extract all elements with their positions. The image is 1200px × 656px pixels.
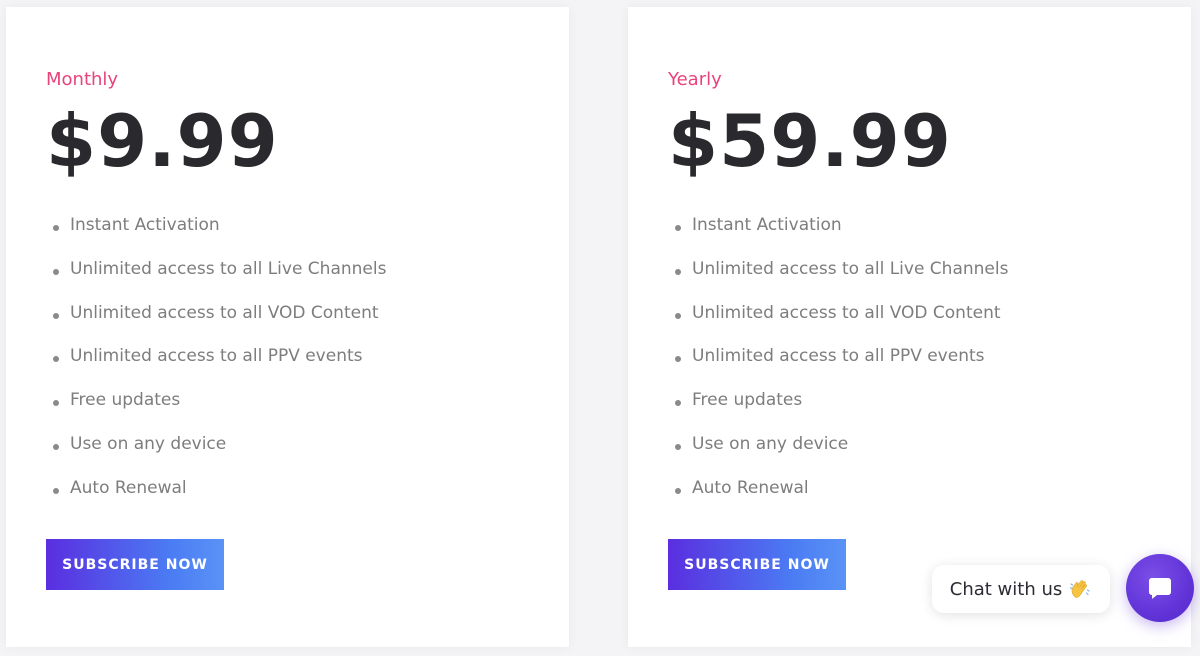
feature-item: Use on any device xyxy=(668,433,1008,477)
feature-text: Unlimited access to all VOD Content xyxy=(692,302,1001,323)
chat-bubble-text: Chat with us xyxy=(949,578,1063,600)
bullet-icon xyxy=(675,268,681,275)
feature-item: Auto Renewal xyxy=(668,477,1008,521)
bullet-icon xyxy=(675,443,681,450)
feature-text: Auto Renewal xyxy=(70,477,187,498)
bullet-icon xyxy=(675,225,681,231)
feature-text: Unlimited access to all VOD Content xyxy=(70,302,379,323)
feature-item: Use on any device xyxy=(46,433,386,477)
feature-item: Instant Activation xyxy=(46,214,386,258)
bullet-icon xyxy=(675,356,681,363)
bullet-icon xyxy=(675,487,681,494)
plan-price: $59.99 xyxy=(668,99,952,183)
feature-item: Unlimited access to all VOD Content xyxy=(668,302,1008,346)
feature-item: Unlimited access to all PPV events xyxy=(668,345,1008,389)
pricing-page: Monthly $9.99 Instant Activation Unlimit… xyxy=(0,0,1200,656)
chat-with-us-bubble[interactable]: Chat with us xyxy=(932,565,1110,613)
bullet-icon xyxy=(53,487,59,494)
pricing-card-yearly: Yearly $59.99 Instant Activation Unlimit… xyxy=(628,7,1191,647)
feature-text: Unlimited access to all PPV events xyxy=(70,346,363,367)
chat-launcher-button[interactable] xyxy=(1126,554,1194,622)
feature-text: Instant Activation xyxy=(70,215,220,235)
plan-name: Monthly xyxy=(46,69,119,90)
feature-text: Auto Renewal xyxy=(692,477,809,498)
feature-text: Use on any device xyxy=(70,433,227,454)
feature-item: Instant Activation xyxy=(668,214,1008,258)
feature-text: Use on any device xyxy=(692,433,849,454)
subscribe-button-yearly[interactable]: SUBSCRIBE NOW xyxy=(668,539,846,590)
plan-price: $9.99 xyxy=(46,99,279,183)
subscribe-button-monthly[interactable]: SUBSCRIBE NOW xyxy=(46,539,224,590)
feature-text: Free updates xyxy=(70,390,181,411)
feature-item: Free updates xyxy=(668,389,1008,433)
bullet-icon xyxy=(675,312,681,319)
feature-item: Unlimited access to all PPV events xyxy=(46,345,386,389)
feature-text: Unlimited access to all Live Channels xyxy=(70,258,387,279)
feature-item: Unlimited access to all VOD Content xyxy=(46,302,386,346)
bullet-icon xyxy=(53,225,59,231)
bullet-icon xyxy=(675,400,681,407)
feature-text: Instant Activation xyxy=(692,215,842,235)
plan-name: Yearly xyxy=(668,69,722,90)
chat-icon xyxy=(1149,578,1171,599)
bullet-icon xyxy=(53,312,59,319)
feature-list: Instant Activation Unlimited access to a… xyxy=(46,214,386,521)
bullet-icon xyxy=(53,268,59,275)
pricing-card-monthly: Monthly $9.99 Instant Activation Unlimit… xyxy=(6,7,569,647)
feature-list: Instant Activation Unlimited access to a… xyxy=(668,214,1008,521)
feature-text: Unlimited access to all Live Channels xyxy=(692,258,1009,279)
feature-text: Free updates xyxy=(692,390,803,411)
bullet-icon xyxy=(53,443,59,450)
waving-hand-icon xyxy=(1070,580,1090,598)
bullet-icon xyxy=(53,400,59,407)
feature-text: Unlimited access to all PPV events xyxy=(692,346,985,367)
bullet-icon xyxy=(53,356,59,363)
feature-item: Free updates xyxy=(46,389,386,433)
feature-item: Unlimited access to all Live Channels xyxy=(46,258,386,302)
feature-item: Auto Renewal xyxy=(46,477,386,521)
feature-item: Unlimited access to all Live Channels xyxy=(668,258,1008,302)
